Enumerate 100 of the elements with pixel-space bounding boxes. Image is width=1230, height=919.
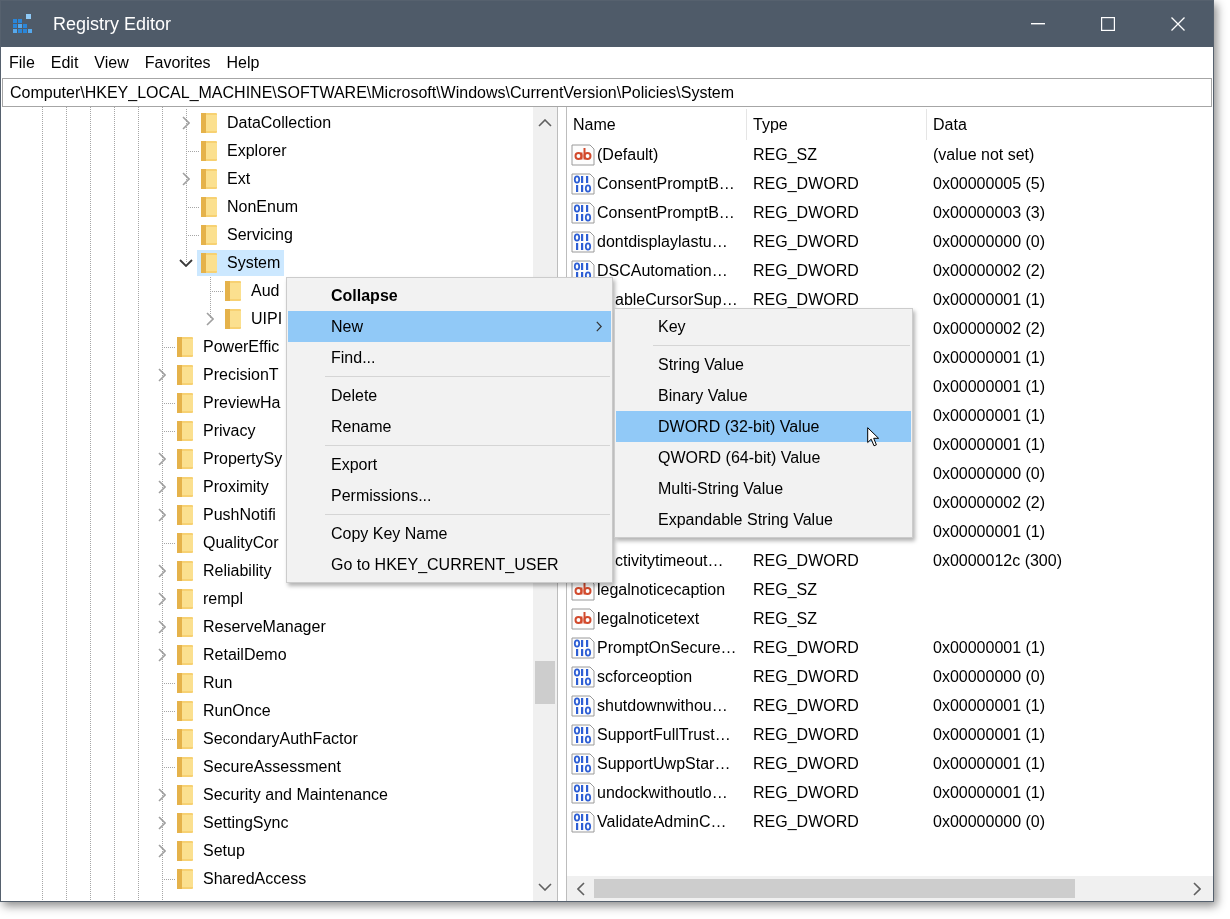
chevron-right-icon[interactable]: [158, 816, 166, 830]
menu-item[interactable]: Copy Key Name: [288, 518, 611, 549]
menu-item[interactable]: Collapse: [288, 280, 611, 311]
chevron-right-icon[interactable]: [158, 452, 166, 466]
value-data: 0x00000001 (1): [933, 377, 1046, 395]
tree-item[interactable]: DataCollection: [197, 110, 336, 136]
value-type: REG_DWORD: [753, 725, 859, 743]
tree-item[interactable]: UIPI: [221, 306, 287, 332]
value-data: 0x0000012c (300): [933, 551, 1062, 569]
address-field[interactable]: Computer\HKEY_LOCAL_MACHINE\SOFTWARE\Microsoft\Windows\CurrentVersion\Policies\System: [2, 78, 1212, 107]
value-data: 0x00000002 (2): [933, 319, 1046, 337]
blocks-icon: [13, 14, 33, 34]
folder-icon: [177, 477, 193, 497]
menu-item[interactable]: String Value: [616, 349, 911, 380]
tree-item[interactable]: SecureAssessment: [173, 754, 345, 780]
chevron-right-icon[interactable]: [158, 480, 166, 494]
tree-item[interactable]: Explorer: [197, 138, 291, 164]
value-name: (Default): [597, 145, 659, 164]
value-data: 0x00000001 (1): [933, 290, 1046, 308]
tree-item[interactable]: ReserveManager: [173, 614, 330, 640]
tree-item[interactable]: Ext: [197, 166, 255, 192]
tree-item[interactable]: PushNotifi: [173, 502, 280, 528]
chevron-right-icon[interactable]: [158, 508, 166, 522]
chevron-right-icon[interactable]: [158, 788, 166, 802]
menu-item[interactable]: Find...: [288, 342, 611, 373]
tree-item[interactable]: SettingSync: [173, 810, 293, 836]
value-data: 0x00000001 (1): [933, 348, 1046, 366]
tree-item[interactable]: PropertySy: [173, 446, 287, 472]
tree-item[interactable]: Security and Maintenance: [173, 782, 392, 808]
chevron-right-icon[interactable]: [158, 592, 166, 606]
menu-item[interactable]: Export: [288, 449, 611, 480]
binary-value-icon: [571, 810, 595, 833]
tree-item[interactable]: NonEnum: [197, 194, 303, 220]
menu-bar-item[interactable]: File: [1, 50, 43, 75]
column-header[interactable]: Type: [747, 109, 927, 140]
folder-icon: [201, 169, 217, 189]
chevron-down-icon[interactable]: [179, 259, 193, 267]
tree-item[interactable]: Privacy: [173, 418, 260, 444]
chevron-right-icon[interactable]: [158, 620, 166, 634]
minimize-icon: [1031, 23, 1045, 25]
scrollbar-thumb[interactable]: [535, 661, 555, 704]
tree-item[interactable]: QualityCor: [173, 530, 283, 556]
menu-item[interactable]: Key: [616, 311, 911, 342]
tree-item[interactable]: Servicing: [197, 222, 297, 248]
text-value-icon: [571, 607, 595, 630]
chevron-right-icon[interactable]: [158, 368, 166, 382]
value-name: DSCAutomation…: [597, 261, 728, 280]
value-type: REG_DWORD: [753, 551, 859, 569]
value-name: shutdownwithou…: [597, 696, 728, 715]
tree-item[interactable]: Reliability: [173, 558, 276, 584]
binary-value-icon: [571, 752, 595, 775]
tree-item[interactable]: System: [197, 250, 285, 276]
value-name: dontdisplaylastu…: [597, 232, 728, 251]
column-header[interactable]: Name: [567, 109, 747, 140]
menu-bar-item[interactable]: Help: [218, 50, 268, 75]
tree-item[interactable]: Run: [173, 670, 237, 696]
chevron-left-icon[interactable]: [577, 881, 585, 896]
menu-bar-item[interactable]: View: [86, 50, 137, 75]
tree-item[interactable]: SecondaryAuthFactor: [173, 726, 362, 752]
chevron-right-icon[interactable]: [206, 312, 214, 326]
tree-item[interactable]: PrecisionT: [173, 362, 283, 388]
tree-item[interactable]: rempl: [173, 586, 247, 612]
chevron-right-icon[interactable]: [158, 564, 166, 578]
tree-item[interactable]: SharedAccess: [173, 866, 311, 892]
value-data: 0x00000000 (0): [933, 464, 1046, 482]
tree-item[interactable]: Aud: [221, 278, 284, 304]
value-type: REG_DWORD: [753, 174, 859, 192]
menu-item[interactable]: Expandable String Value: [616, 504, 911, 535]
value-data: 0x00000001 (1): [933, 783, 1046, 801]
value-data: 0x00000005 (5): [933, 174, 1046, 192]
chevron-right-icon[interactable]: [158, 844, 166, 858]
tree-item[interactable]: RunOnce: [173, 698, 275, 724]
menu-item[interactable]: Go to HKEY_CURRENT_USER: [288, 549, 611, 580]
chevron-right-icon[interactable]: [1193, 881, 1201, 896]
menu-item[interactable]: Rename: [288, 411, 611, 442]
tree-item[interactable]: Setup: [173, 838, 249, 864]
menu-bar-item[interactable]: Favorites: [136, 50, 219, 75]
menu-item[interactable]: Multi-String Value: [616, 473, 911, 504]
binary-value-icon: [571, 201, 595, 224]
chevron-right-icon[interactable]: [158, 648, 166, 662]
menu-item[interactable]: New: [288, 311, 611, 342]
menu-item[interactable]: DWORD (32-bit) Value: [616, 411, 911, 442]
value-data: 0x00000001 (1): [933, 754, 1046, 772]
tree-item[interactable]: Proximity: [173, 474, 273, 500]
value-type: REG_SZ: [753, 609, 817, 627]
scrollbar-thumb[interactable]: [594, 879, 1075, 898]
chevron-down-icon[interactable]: [538, 883, 552, 891]
column-header[interactable]: Data: [927, 109, 1213, 140]
tree-item[interactable]: PowerEffic: [173, 334, 284, 360]
menu-item[interactable]: Binary Value: [616, 380, 911, 411]
menu-item[interactable]: Permissions...: [288, 480, 611, 511]
tree-item[interactable]: PreviewHa: [173, 390, 285, 416]
menu-bar-item[interactable]: Edit: [42, 50, 87, 75]
chevron-up-icon[interactable]: [538, 119, 552, 127]
value-data: 0x00000000 (0): [933, 667, 1046, 685]
tree-item[interactable]: RetailDemo: [173, 642, 291, 668]
menu-item[interactable]: Delete: [288, 380, 611, 411]
chevron-right-icon[interactable]: [182, 172, 190, 186]
menu-item[interactable]: QWORD (64-bit) Value: [616, 442, 911, 473]
chevron-right-icon[interactable]: [182, 116, 190, 130]
